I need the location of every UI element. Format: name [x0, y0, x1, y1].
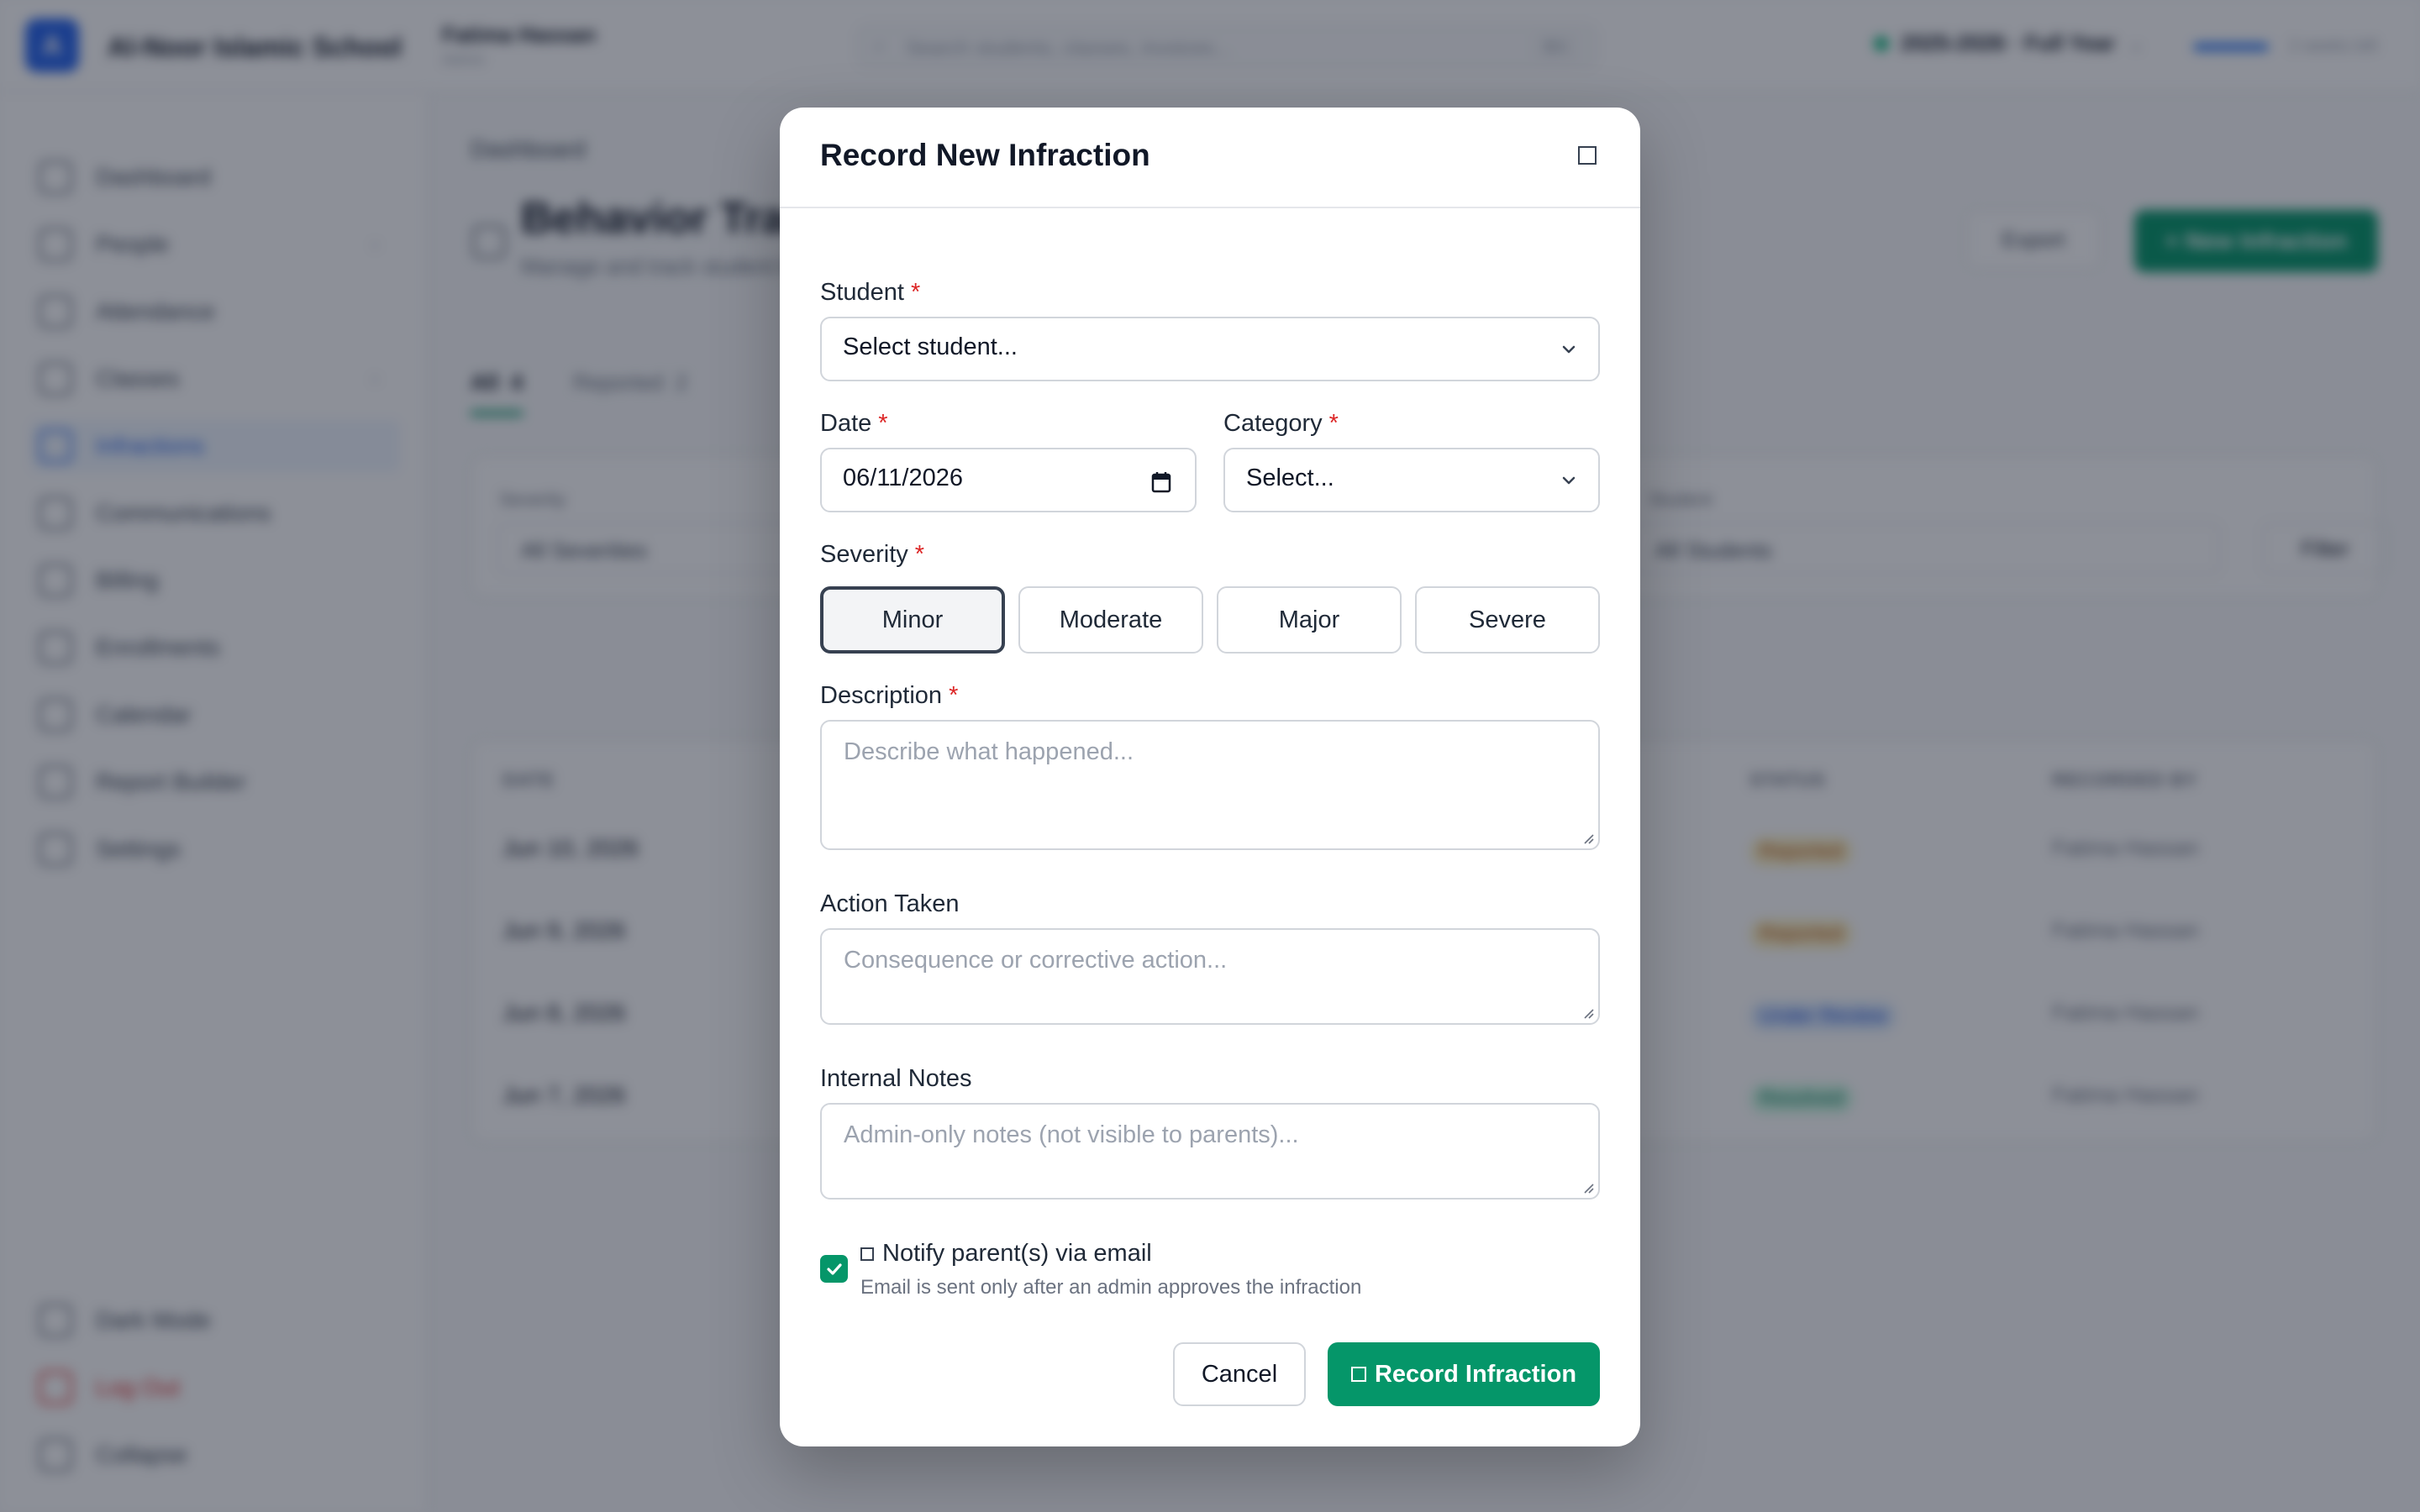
category-select[interactable]: Select...	[1223, 448, 1600, 512]
student-select[interactable]: Select student...	[820, 317, 1600, 381]
severity-option-severe[interactable]: Severe	[1415, 586, 1600, 654]
internal-notes-label: Internal Notes	[820, 1065, 972, 1092]
notify-parents-checkbox[interactable]	[820, 1255, 848, 1283]
student-select-value: Select student...	[843, 333, 1018, 360]
category-label-text: Category	[1223, 410, 1323, 437]
internal-notes-textarea[interactable]: Admin-only notes (not visible to parents…	[820, 1103, 1600, 1200]
notify-help-text: Email is sent only after an admin approv…	[860, 1276, 1362, 1299]
required-marker: *	[878, 410, 888, 437]
description-textarea[interactable]: Describe what happened...	[820, 720, 1600, 850]
required-marker: *	[910, 279, 921, 306]
resize-handle-icon[interactable]	[1581, 832, 1595, 845]
severity-option-minor[interactable]: Minor	[820, 586, 1005, 654]
cancel-button[interactable]: Cancel	[1173, 1342, 1306, 1406]
chevron-down-icon	[1562, 345, 1576, 354]
date-label: Date *	[820, 410, 888, 438]
action-taken-placeholder: Consequence or corrective action...	[844, 947, 1228, 974]
required-marker: *	[1328, 410, 1339, 437]
category-label: Category *	[1223, 410, 1339, 438]
save-icon	[1350, 1367, 1366, 1382]
severity-label: Severity *	[820, 541, 924, 569]
category-select-value: Select...	[1246, 465, 1334, 491]
action-taken-label: Action Taken	[820, 890, 960, 917]
date-input-value: 06/11/2026	[843, 465, 963, 491]
notify-parents-label-text: Notify parent(s) via email	[882, 1240, 1152, 1267]
internal-notes-placeholder: Admin-only notes (not visible to parents…	[844, 1121, 1299, 1148]
record-infraction-button-label: Record Infraction	[1374, 1360, 1577, 1388]
severity-option-major[interactable]: Major	[1217, 586, 1402, 654]
mail-icon	[860, 1247, 874, 1261]
date-label-text: Date	[820, 410, 872, 437]
close-icon[interactable]	[1578, 146, 1597, 165]
action-taken-textarea[interactable]: Consequence or corrective action...	[820, 928, 1600, 1025]
check-icon	[826, 1263, 842, 1275]
severity-option-moderate[interactable]: Moderate	[1018, 586, 1203, 654]
required-marker: *	[914, 541, 925, 568]
dialog-header: Record New Infraction	[780, 108, 1640, 208]
severity-label-text: Severity	[820, 541, 908, 568]
resize-handle-icon[interactable]	[1581, 1006, 1595, 1020]
student-label-text: Student	[820, 279, 904, 306]
resize-handle-icon[interactable]	[1581, 1181, 1595, 1194]
record-infraction-button[interactable]: Record Infraction	[1328, 1342, 1600, 1406]
description-label: Description *	[820, 682, 958, 710]
date-input[interactable]: 06/11/2026	[820, 448, 1197, 512]
required-marker: *	[949, 682, 959, 709]
dialog-title: Record New Infraction	[820, 138, 1150, 172]
record-infraction-dialog: Record New Infraction Student * Select st…	[780, 108, 1640, 1446]
calendar-icon[interactable]	[1151, 471, 1171, 493]
description-placeholder: Describe what happened...	[844, 738, 1134, 765]
description-label-text: Description	[820, 682, 943, 709]
notify-parents-label[interactable]: Notify parent(s) via email	[860, 1240, 1152, 1268]
student-label: Student *	[820, 279, 920, 307]
chevron-down-icon	[1562, 476, 1576, 485]
